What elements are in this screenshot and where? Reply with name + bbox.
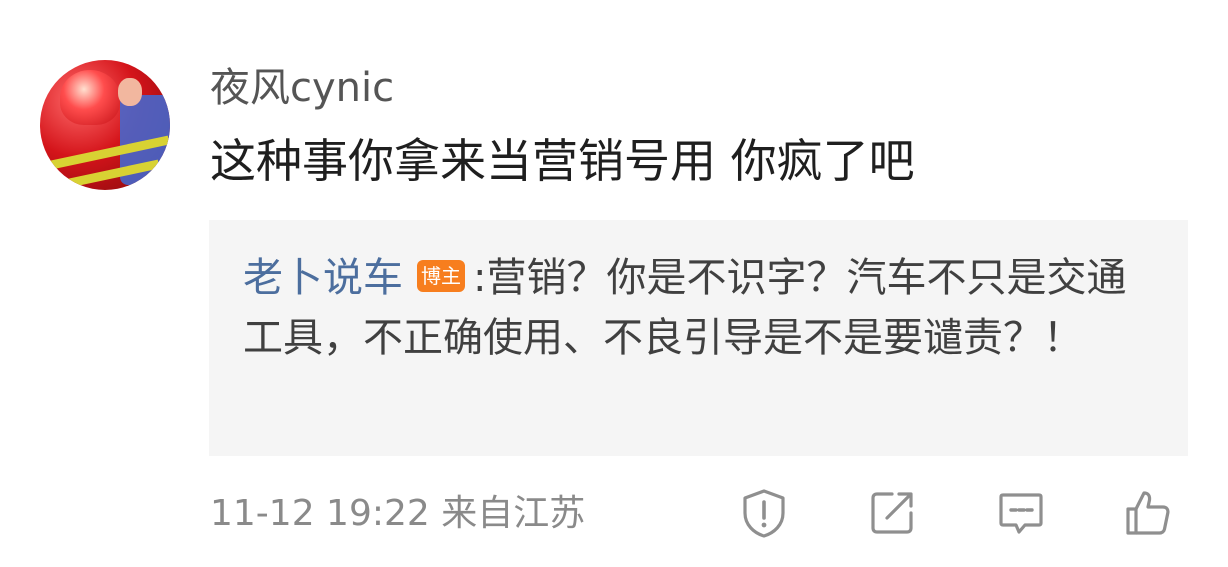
like-button[interactable] xyxy=(1122,487,1174,539)
shield-exclamation-icon xyxy=(743,489,785,538)
avatar-hand xyxy=(118,78,142,106)
reply-quote-box[interactable]: 老卜说车 博主:营销？你是不识字？汽车不只是交通工具，不正确使用、不良引导是不是要… xyxy=(209,220,1188,456)
comment-icon xyxy=(999,493,1043,534)
share-icon xyxy=(871,492,913,534)
comment-text: 这种事你拿来当营销号用 你疯了吧 xyxy=(210,134,915,188)
avatar-helmet xyxy=(60,70,120,125)
timestamp: 11-12 19:22 xyxy=(210,493,430,534)
comment-button[interactable] xyxy=(995,487,1047,539)
avatar[interactable] xyxy=(40,60,170,190)
reply-content: 老卜说车 博主:营销？你是不识字？汽车不只是交通工具，不正确使用、不良引导是不是要… xyxy=(243,248,1143,368)
comment-meta: 11-12 19:22 来自江苏 xyxy=(210,490,585,538)
blogger-badge: 博主 xyxy=(417,260,465,292)
reply-separator: : xyxy=(473,255,487,301)
thumbs-up-icon xyxy=(1126,491,1170,535)
share-button[interactable] xyxy=(866,487,918,539)
reply-author[interactable]: 老卜说车 xyxy=(243,255,403,301)
location: 来自江苏 xyxy=(441,493,586,534)
username[interactable]: 夜风cynic xyxy=(210,64,394,112)
report-button[interactable] xyxy=(738,487,790,539)
